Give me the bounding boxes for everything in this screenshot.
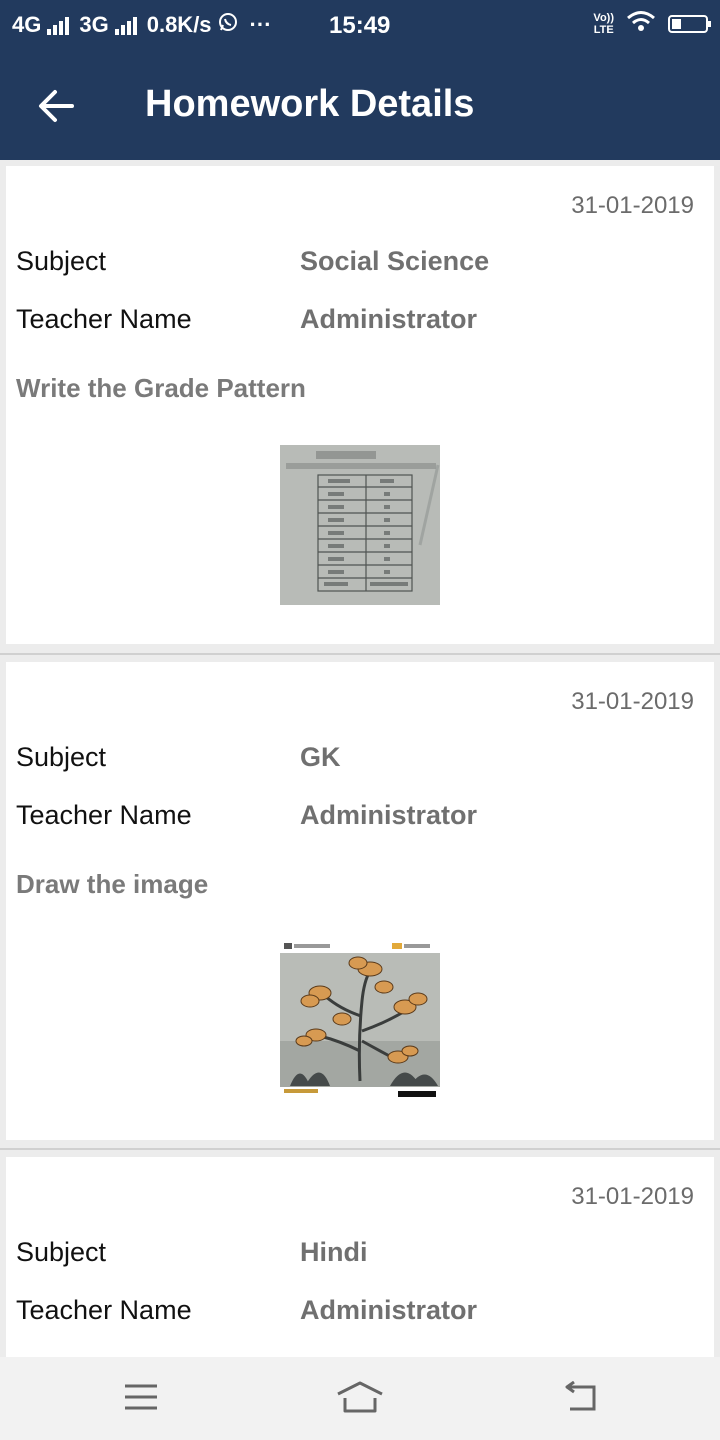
subject-value: Social Science — [300, 246, 490, 276]
system-back-button[interactable] — [555, 1377, 605, 1417]
teacher-name-value: Administrator — [300, 304, 478, 334]
homework-card[interactable]: 31-01-2019 Subject Social Science Teache… — [6, 166, 714, 644]
homework-date: 31-01-2019 — [571, 1183, 694, 1210]
subject-label: Subject — [16, 246, 107, 276]
volte-bottom-text: LTE — [593, 24, 614, 36]
home-icon — [337, 1381, 383, 1413]
network-speed: 0.8K/s — [146, 12, 212, 37]
network-type-1: 4G — [12, 12, 42, 37]
back-icon — [565, 1381, 596, 1411]
menu-button[interactable] — [116, 1377, 166, 1417]
teacher-name-label: Teacher Name — [16, 800, 192, 830]
homework-date: 31-01-2019 — [571, 192, 694, 219]
subject-value: GK — [300, 742, 341, 772]
homework-attachment-image[interactable] — [280, 941, 440, 1101]
subject-value: Hindi — [300, 1237, 368, 1267]
arrow-left-icon — [39, 90, 74, 122]
volte-top-text: Vo)) — [593, 12, 614, 24]
whatsapp-icon — [218, 12, 238, 38]
menu-icon — [125, 1384, 157, 1410]
homework-description: Draw the image — [16, 869, 209, 899]
card-divider — [0, 1148, 720, 1150]
status-left: 4G 3G 0.8K/s ··· — [12, 12, 272, 38]
page-title: Homework Details — [145, 83, 475, 125]
grade-table-photo — [280, 445, 440, 605]
status-right: Vo)) LTE — [593, 10, 711, 38]
status-bar: 4G 3G 0.8K/s ··· 15:49 Vo)) LTE — [0, 0, 720, 50]
network-type-2: 3G — [79, 12, 109, 37]
status-time: 15:49 — [329, 12, 391, 39]
more-notifications-icon: ··· — [249, 12, 272, 37]
flower-drawing-photo — [280, 941, 440, 1101]
signal-icon — [47, 15, 70, 35]
homework-card[interactable]: 31-01-2019 Subject Hindi Teacher Name Ad… — [6, 1157, 714, 1357]
homework-card[interactable]: 31-01-2019 Subject GK Teacher Name Admin… — [6, 662, 714, 1140]
teacher-name-label: Teacher Name — [16, 1295, 192, 1325]
back-button[interactable] — [30, 80, 82, 132]
homework-date: 31-01-2019 — [571, 688, 694, 715]
app-bar: Homework Details — [0, 50, 720, 160]
teacher-name-label: Teacher Name — [16, 304, 192, 334]
top-bar: 4G 3G 0.8K/s ··· 15:49 Vo)) LTE Homework… — [0, 0, 720, 160]
wifi-icon — [626, 10, 656, 38]
subject-label: Subject — [16, 1237, 107, 1267]
system-navigation-bar — [0, 1357, 720, 1440]
homework-attachment-image[interactable] — [280, 445, 440, 605]
card-divider — [0, 653, 720, 655]
signal-icon — [114, 15, 137, 35]
teacher-name-value: Administrator — [300, 1295, 478, 1325]
subject-label: Subject — [16, 742, 107, 772]
volte-indicator: Vo)) LTE — [593, 12, 614, 36]
teacher-name-value: Administrator — [300, 800, 478, 830]
home-button[interactable] — [335, 1377, 385, 1417]
homework-description: Write the Grade Pattern — [16, 373, 306, 403]
battery-icon — [668, 15, 711, 33]
